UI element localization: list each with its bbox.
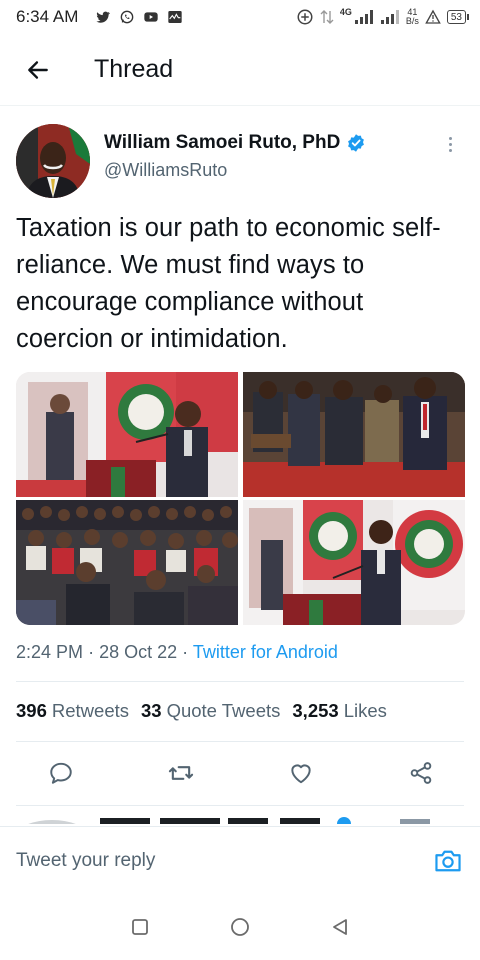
arrow-left-icon (28, 60, 48, 79)
retweets-count: 396 (16, 700, 47, 721)
next-reply-peek (0, 806, 480, 824)
home-icon (231, 918, 249, 936)
signal-icon (354, 10, 373, 24)
likes-count: 3,253 (292, 700, 339, 721)
whatsapp-icon (121, 10, 134, 24)
like-icon (291, 764, 311, 784)
retweet-icon (168, 766, 194, 780)
tweet: William Samoei Ruto, PhD @WilliamsRuto T… (0, 106, 480, 662)
media-image[interactable] (16, 500, 238, 625)
meta-separator: · (88, 642, 95, 662)
divider (16, 741, 464, 742)
recents-icon (132, 919, 148, 935)
page-title: Thread (94, 55, 174, 83)
retweets-label: Retweets (51, 700, 129, 721)
twitter-icon (96, 11, 111, 23)
media-image[interactable] (243, 500, 465, 625)
camera-icon (435, 850, 461, 871)
like-button[interactable] (286, 758, 316, 788)
share-icon (410, 762, 432, 784)
more-options-button[interactable] (438, 132, 462, 156)
add-circle-icon (297, 9, 313, 25)
media-grid (16, 372, 465, 625)
signal-icon (380, 10, 399, 24)
author-row: William Samoei Ruto, PhD @WilliamsRuto (0, 106, 480, 198)
status-time: 6:34 AM (16, 7, 79, 26)
back-button[interactable] (18, 50, 58, 90)
reply-input[interactable]: Tweet your reply (16, 850, 155, 872)
more-dot (448, 136, 452, 140)
system-back-button[interactable] (326, 913, 354, 941)
tweet-meta: 2:24 PM · 28 Oct 22 · Twitter for Androi… (16, 642, 338, 663)
more-dot (448, 142, 452, 146)
retweet-button[interactable] (166, 758, 196, 788)
youtube-icon (144, 12, 159, 22)
more-dot (448, 148, 452, 152)
home-button[interactable] (226, 913, 254, 941)
system-nav-bar (0, 894, 480, 960)
status-bar: 6:34 AM 4G 41 B/s 53 (0, 0, 480, 34)
retweets-stat[interactable]: 396 Retweets (16, 700, 129, 722)
verified-badge-icon (348, 134, 365, 152)
meta-separator: · (182, 642, 189, 662)
media-image[interactable] (16, 372, 238, 497)
reply-icon (50, 762, 72, 784)
tweet-date: 28 Oct 22 (99, 642, 178, 662)
tweet-text: Taxation is our path to economic self-re… (16, 214, 441, 353)
likes-label: Likes (343, 700, 387, 721)
share-button[interactable] (406, 758, 436, 788)
network-type: 4G (339, 7, 352, 17)
data-arrows-icon (320, 10, 334, 24)
author-name[interactable]: William Samoei Ruto, PhD (104, 132, 340, 154)
media-image[interactable] (243, 372, 465, 497)
camera-button[interactable] (432, 845, 464, 877)
battery-icon: 53 (446, 10, 470, 24)
reply-composer: Tweet your reply (0, 826, 480, 894)
quote-tweets-stat[interactable]: 33 Quote Tweets (141, 700, 280, 722)
activity-icon (168, 11, 183, 23)
tweet-time: 2:24 PM (16, 642, 84, 662)
quotes-label: Quote Tweets (166, 700, 281, 721)
recents-button[interactable] (126, 913, 154, 941)
quotes-count: 33 (141, 700, 162, 721)
battery-level: 53 (450, 11, 462, 23)
tweet-actions (0, 748, 480, 798)
net-speed-unit: B/s (405, 16, 419, 26)
tweet-source-link[interactable]: Twitter for Android (193, 642, 338, 662)
reply-button[interactable] (46, 758, 76, 788)
likes-stat[interactable]: 3,253 Likes (292, 700, 387, 722)
author-handle[interactable]: @WilliamsRuto (104, 160, 366, 181)
back-icon (333, 919, 347, 935)
warning-icon (425, 9, 441, 24)
divider (16, 681, 464, 682)
avatar[interactable] (16, 124, 90, 198)
thread-header: Thread (0, 34, 480, 106)
tweet-stats: 396 Retweets 33 Quote Tweets 3,253 Likes (16, 700, 391, 722)
